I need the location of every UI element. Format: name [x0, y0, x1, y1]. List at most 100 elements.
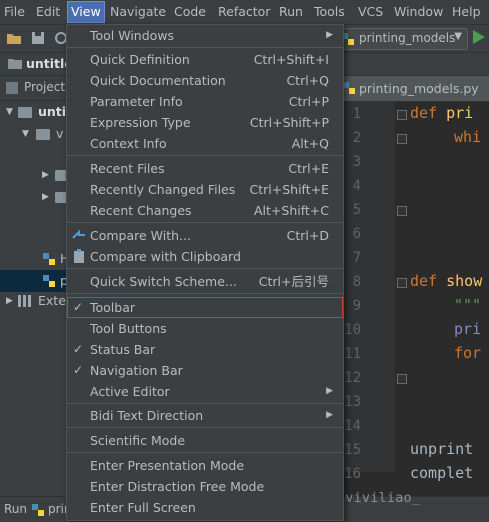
menu-item-recent-changes[interactable]: Recent Changes Alt+Shift+C — [67, 200, 343, 221]
code-identifier: complet — [410, 464, 474, 482]
menu-item-label: Expression Type — [90, 115, 191, 130]
fold-marker[interactable] — [397, 278, 407, 288]
menu-item-enter-distraction-free-mode[interactable]: Enter Distraction Free Mode — [67, 476, 343, 497]
line-number: 12 — [344, 370, 361, 386]
code-line-9: """ — [454, 296, 481, 314]
checkmark-icon: ✓ — [73, 300, 84, 314]
open-folder-icon[interactable] — [5, 29, 23, 47]
menu-item-label: Recent Files — [90, 161, 165, 176]
save-icon[interactable] — [29, 29, 47, 47]
menu-item-label: Bidi Text Direction — [90, 408, 204, 423]
code-keyword: def — [410, 272, 438, 290]
tree-item-label: v — [56, 126, 64, 141]
run-icon[interactable] — [472, 29, 486, 45]
menu-item-enter-full-screen[interactable]: Enter Full Screen — [67, 497, 343, 518]
menu-item-parameter-info[interactable]: Parameter Info Ctrl+P — [67, 91, 343, 112]
menu-item-compare-with-clipboard[interactable]: Compare with Clipboard — [67, 246, 343, 267]
menu-item-quick-definition[interactable]: Quick Definition Ctrl+Shift+I — [67, 49, 343, 70]
menu-item-label: Status Bar — [90, 342, 156, 357]
menu-separator — [67, 293, 343, 294]
menu-separator — [67, 155, 343, 156]
menu-item-shortcut: Ctrl+Shift+I — [253, 52, 329, 67]
project-panel-title[interactable]: Project — [24, 80, 65, 94]
python-file-icon — [43, 275, 55, 287]
menu-item-quick-documentation[interactable]: Quick Documentation Ctrl+Q — [67, 70, 343, 91]
editor-tab-bar: printing_models.py — [339, 76, 489, 102]
line-number: 11 — [344, 346, 361, 362]
line-number: 8 — [352, 274, 361, 290]
menu-item-active-editor[interactable]: Active Editor ▶ — [67, 381, 343, 402]
menu-item-recent-files[interactable]: Recent Files Ctrl+E — [67, 158, 343, 179]
menu-item-enter-presentation-mode[interactable]: Enter Presentation Mode — [67, 455, 343, 476]
line-number: 2 — [352, 130, 361, 146]
fold-marker[interactable] — [397, 134, 407, 144]
line-number: 16 — [344, 466, 361, 482]
line-number: 13 — [344, 394, 361, 410]
menu-item-context-info[interactable]: Context Info Alt+Q — [67, 133, 343, 154]
fold-marker[interactable] — [397, 206, 407, 216]
chevron-right-icon: ▶ — [326, 410, 333, 420]
chevron-down-icon: ▼ — [454, 31, 462, 42]
menu-tools[interactable]: Tools — [314, 2, 345, 22]
menu-item-label: Quick Documentation — [90, 73, 226, 88]
project-view-icon — [6, 82, 18, 94]
code-line-16: complet — [410, 464, 473, 482]
line-number: 3 — [352, 154, 361, 170]
menu-item-label: Tool Windows — [90, 28, 175, 43]
run-config-label: printing_models — [359, 31, 456, 45]
menu-window[interactable]: Window — [394, 2, 443, 22]
menu-item-expression-type[interactable]: Expression Type Ctrl+Shift+P — [67, 112, 343, 133]
menu-item-label: Enter Full Screen — [90, 500, 196, 515]
menu-item-label: Toolbar — [90, 300, 136, 315]
menu-item-navigation-bar[interactable]: ✓ Navigation Bar — [67, 360, 343, 381]
menu-item-compare-with[interactable]: Compare With... Ctrl+D — [67, 225, 343, 246]
fold-marker[interactable] — [397, 374, 407, 384]
python-file-icon — [343, 82, 355, 94]
code-keyword: whi — [454, 128, 482, 146]
menu-item-tool-windows[interactable]: Tool Windows ▶ — [67, 25, 343, 46]
code-line-11: for — [454, 344, 481, 362]
menu-item-recently-changed-files[interactable]: Recently Changed Files Ctrl+Shift+E — [67, 179, 343, 200]
run-configuration-dropdown[interactable]: printing_models ▼ — [336, 28, 468, 50]
menu-separator — [67, 47, 343, 48]
menu-run[interactable]: Run — [279, 2, 303, 22]
menu-code[interactable]: Code — [174, 2, 206, 22]
menu-item-label: Quick Definition — [90, 52, 190, 67]
run-label[interactable]: Run — [4, 502, 27, 516]
menu-item-quick-switch-scheme[interactable]: Quick Switch Scheme... Ctrl+后引号 — [67, 271, 343, 292]
menu-item-label: Compare With... — [90, 228, 191, 243]
code-line-8: def show — [410, 272, 482, 290]
python-file-icon — [43, 253, 55, 265]
menu-item-bidi-text-direction[interactable]: Bidi Text Direction ▶ — [67, 405, 343, 426]
python-icon — [32, 504, 44, 516]
checkmark-icon: ✓ — [73, 363, 84, 377]
menu-refactor[interactable]: Refactor — [218, 2, 270, 22]
menu-item-shortcut: Ctrl+后引号 — [258, 274, 329, 289]
menu-help[interactable]: Help — [452, 2, 481, 22]
menu-item-label: Navigation Bar — [90, 363, 183, 378]
code-keyword: def — [410, 104, 438, 122]
menu-item-label: Enter Distraction Free Mode — [90, 479, 265, 494]
menu-item-label: Scientific Mode — [90, 433, 186, 448]
view-menu-dropdown: Tool Windows ▶ Quick Definition Ctrl+Shi… — [66, 24, 344, 521]
menu-item-toolbar[interactable]: ✓ Toolbar — [67, 297, 343, 318]
line-number: 10 — [344, 322, 361, 338]
menu-view[interactable]: View — [67, 1, 105, 23]
menu-item-shortcut: Ctrl+Shift+E — [249, 182, 330, 197]
code-line-2: whi — [454, 128, 481, 146]
menu-file[interactable]: File — [4, 2, 25, 22]
editor-tab[interactable]: printing_models.py — [339, 76, 489, 101]
menu-item-scientific-mode[interactable]: Scientific Mode — [67, 430, 343, 451]
clipboard-icon — [74, 249, 84, 263]
menu-item-label: Tool Buttons — [90, 321, 167, 336]
menu-item-label: Parameter Info — [90, 94, 183, 109]
menu-vcs[interactable]: VCS — [358, 2, 383, 22]
compare-arrows-icon — [72, 229, 85, 239]
code-docstring: """ — [454, 296, 482, 314]
menu-item-status-bar[interactable]: ✓ Status Bar — [67, 339, 343, 360]
menu-navigate[interactable]: Navigate — [110, 2, 166, 22]
line-number: 9 — [352, 298, 361, 314]
fold-marker[interactable] — [397, 110, 407, 120]
menu-item-tool-buttons[interactable]: Tool Buttons — [67, 318, 343, 339]
menu-edit[interactable]: Edit — [36, 2, 60, 22]
